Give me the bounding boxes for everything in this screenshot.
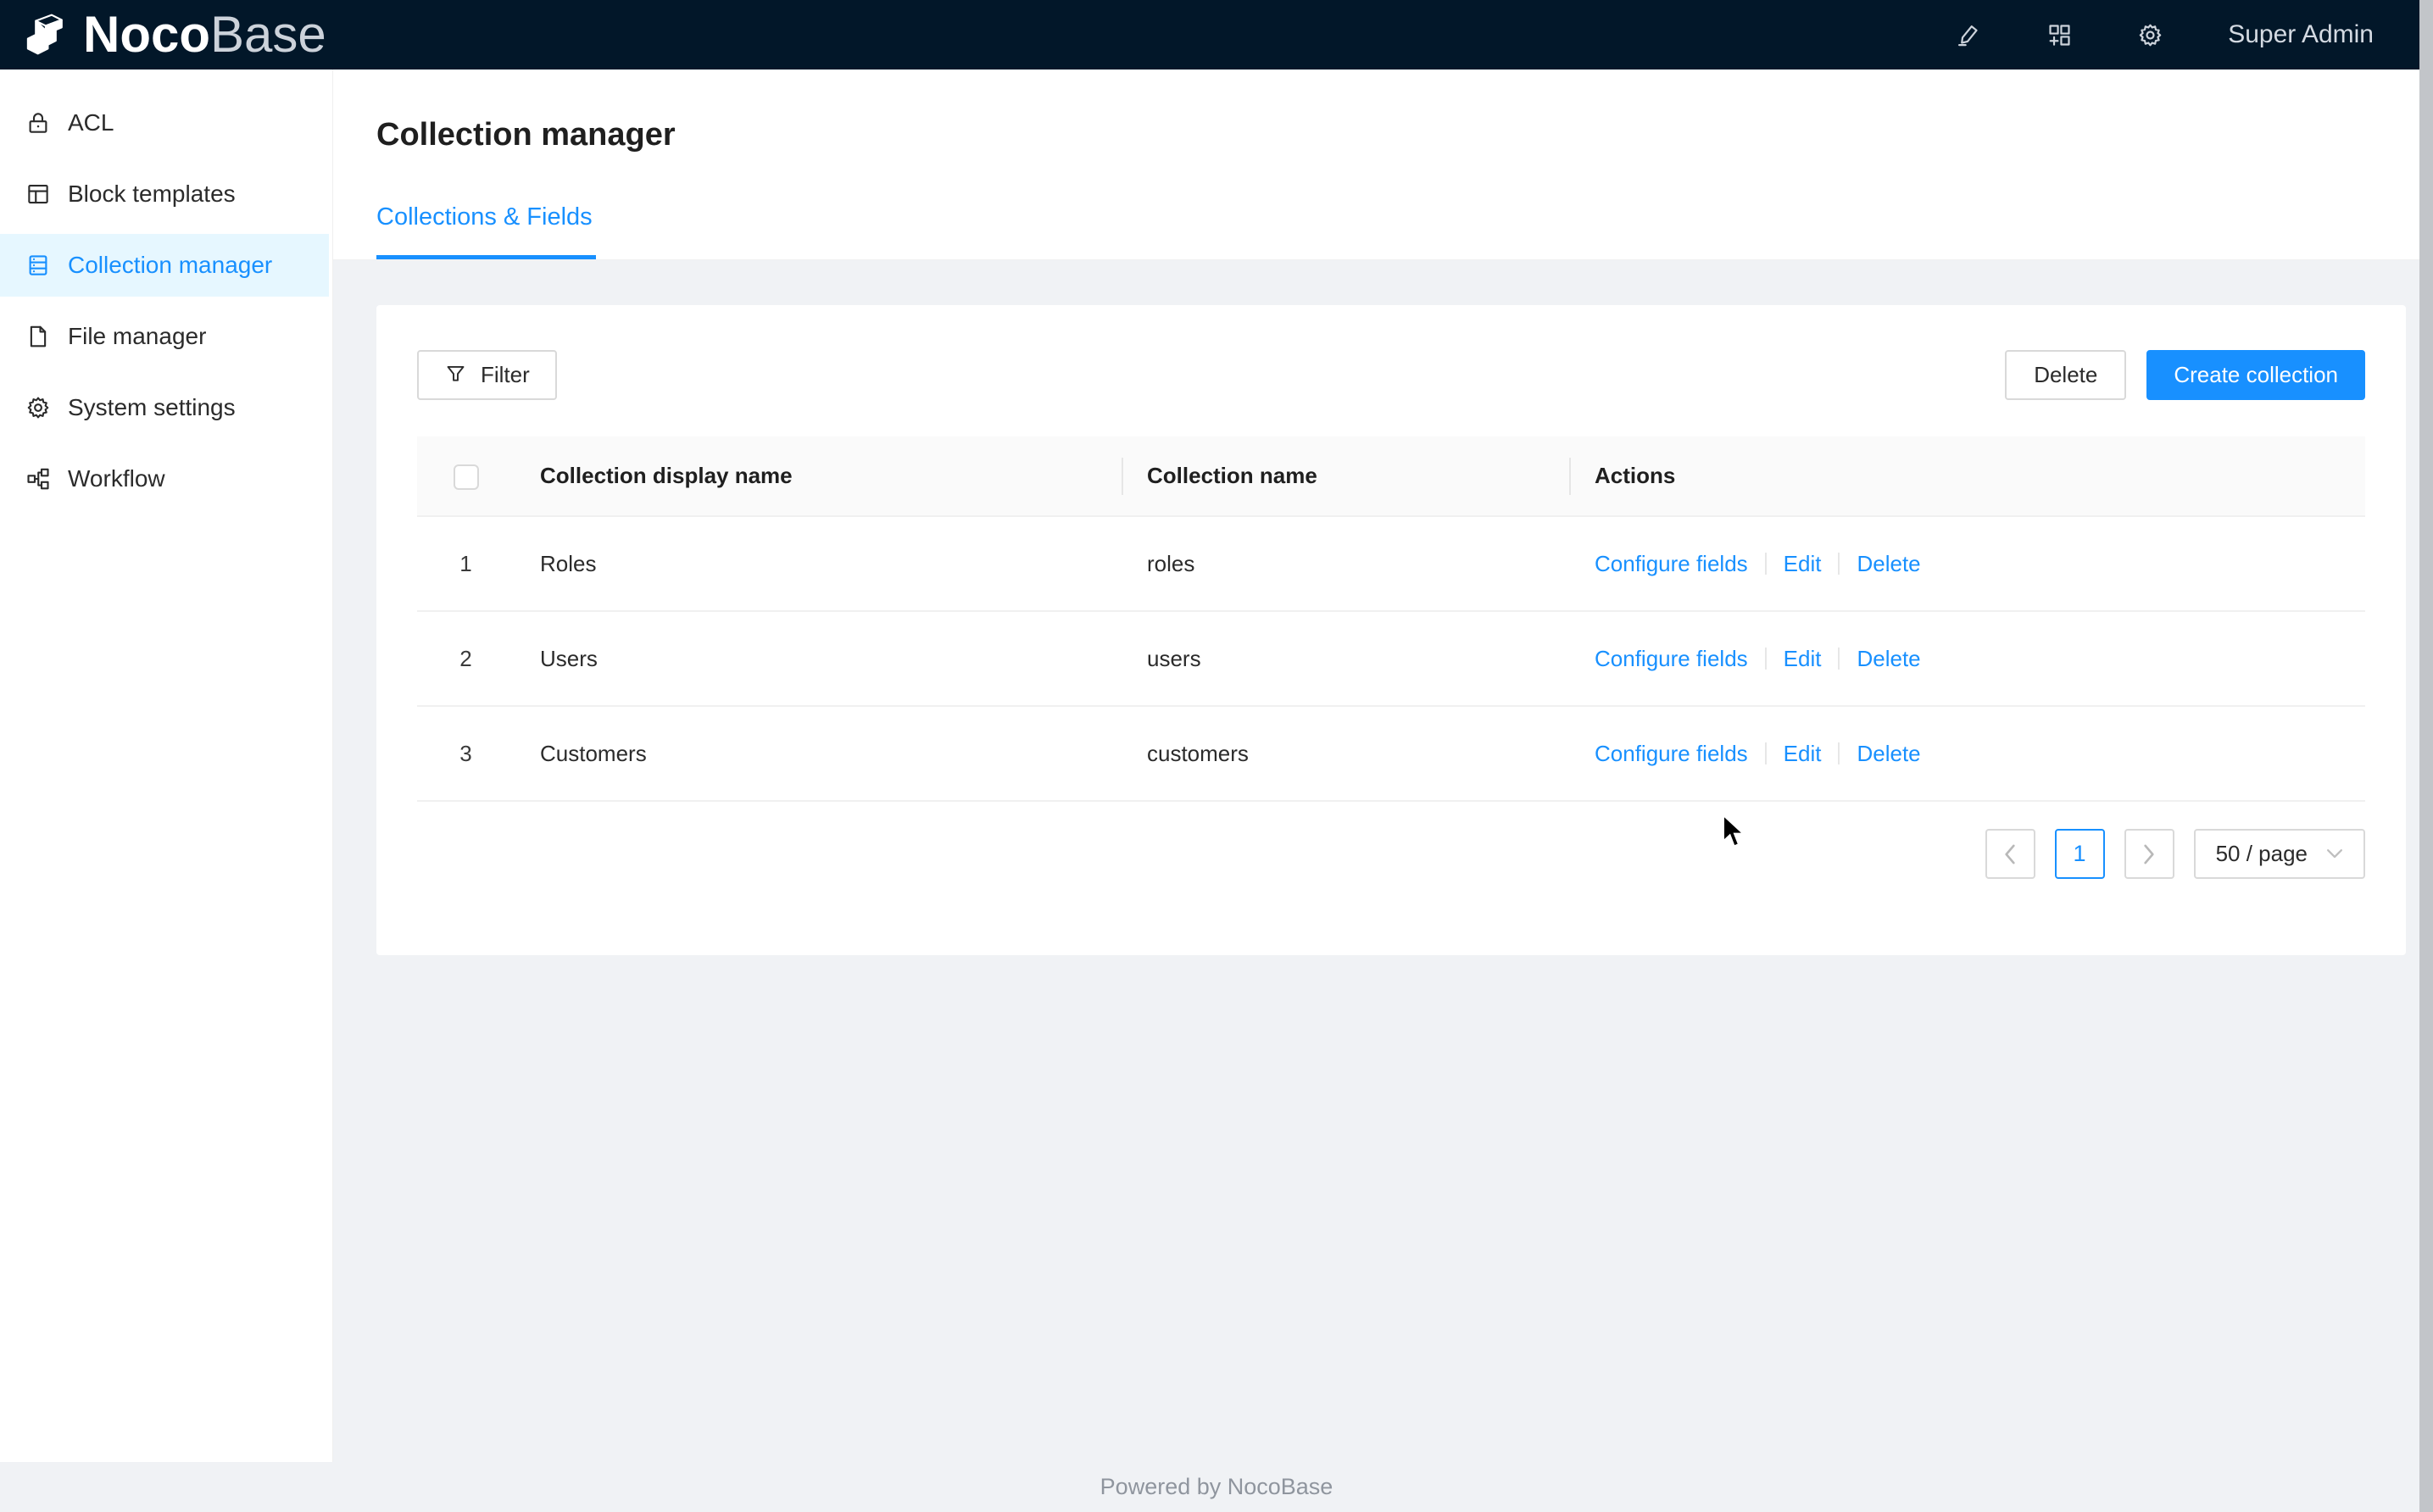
row-index: 1 [417,516,515,611]
workflow-icon [25,466,51,492]
action-divider [1765,553,1767,575]
filter-button[interactable]: Filter [417,350,557,400]
sidebar-item-label: Block templates [68,181,236,208]
pagination-page-1[interactable]: 1 [2055,829,2105,879]
action-divider [1838,553,1840,575]
layout-icon [25,181,51,207]
cell-display-name: Roles [515,516,1122,611]
chevron-left-icon [2002,843,2018,865]
cell-collection-name: customers [1122,706,1569,801]
action-divider [1838,648,1840,670]
column-header-actions: Actions [1569,436,2365,516]
cell-collection-name: roles [1122,516,1569,611]
topbar: NocoBase Super Admin [0,0,2433,69]
chevron-down-icon [2326,848,2343,859]
row-index: 2 [417,611,515,706]
pagination-next-button[interactable] [2124,829,2174,879]
logo-text-bold: Noco [83,9,210,60]
action-divider [1765,648,1767,670]
file-icon [25,324,51,349]
cell-actions: Configure fields Edit Delete [1569,611,2365,706]
filter-funnel-icon [444,364,467,386]
action-divider [1765,742,1767,764]
edit-link[interactable]: Edit [1784,741,1822,767]
plugin-manager-icon[interactable] [2046,22,2073,48]
sidebar: ACL Block templates Collection manager [0,69,333,1462]
collections-card: Filter Delete Create collection [376,305,2406,955]
page-footer: Powered by NocoBase [0,1462,2433,1512]
edit-link[interactable]: Edit [1784,646,1822,672]
sidebar-item-system-settings[interactable]: System settings [0,376,329,439]
cell-actions: Configure fields Edit Delete [1569,706,2365,801]
tab-collections-and-fields[interactable]: Collections & Fields [376,203,596,259]
page-size-select[interactable]: 50 / page [2194,829,2365,879]
select-all-checkbox[interactable] [454,464,479,490]
main-area: Collection manager Collections & Fields … [333,69,2433,1462]
mouse-cursor [1722,815,1751,849]
page-header: Collection manager Collections & Fields [333,69,2433,260]
tabs: Collections & Fields [376,203,596,259]
nocobase-logo[interactable]: NocoBase [22,9,326,60]
topbar-right: Super Admin [1956,20,2374,49]
action-divider [1838,742,1840,764]
gear-icon [25,395,51,420]
cell-collection-name: users [1122,611,1569,706]
table-row: 2 Users users Configure fields Edit Dele… [417,611,2365,706]
delete-link[interactable]: Delete [1857,551,1920,577]
lock-icon [25,110,51,136]
header-checkbox-cell [417,436,515,516]
cell-display-name: Customers [515,706,1122,801]
column-header-display-name: Collection display name [515,436,1122,516]
sidebar-item-block-templates[interactable]: Block templates [0,163,329,225]
database-icon [25,253,51,278]
page-size-value: 50 / page [2216,841,2308,867]
nocobase-cube-icon [22,11,70,58]
sidebar-item-label: Collection manager [68,252,272,279]
highlighter-icon[interactable] [1956,22,1982,48]
logo-text: NocoBase [83,9,326,60]
cell-actions: Configure fields Edit Delete [1569,516,2365,611]
pagination: 1 50 / page [417,829,2365,879]
sidebar-item-label: ACL [68,109,114,136]
vertical-scrollbar[interactable] [2419,0,2433,1512]
row-index: 3 [417,706,515,801]
settings-icon[interactable] [2137,22,2163,48]
configure-fields-link[interactable]: Configure fields [1595,646,1748,672]
sidebar-item-collection-manager[interactable]: Collection manager [0,234,329,297]
sidebar-item-workflow[interactable]: Workflow [0,447,329,510]
sidebar-item-label: File manager [68,323,206,350]
card-toolbar: Filter Delete Create collection [417,350,2365,400]
user-menu[interactable]: Super Admin [2228,20,2374,49]
powered-by-text: Powered by NocoBase [1100,1474,1333,1500]
table-row: 1 Roles roles Configure fields Edit Dele… [417,516,2365,611]
cell-display-name: Users [515,611,1122,706]
sidebar-item-label: System settings [68,394,236,421]
edit-link[interactable]: Edit [1784,551,1822,577]
configure-fields-link[interactable]: Configure fields [1595,551,1748,577]
collections-table: Collection display name Collection name … [417,436,2365,802]
table-header-row: Collection display name Collection name … [417,436,2365,516]
sidebar-item-label: Workflow [68,465,165,492]
chevron-right-icon [2141,843,2157,865]
configure-fields-link[interactable]: Configure fields [1595,741,1748,767]
delete-button[interactable]: Delete [2005,350,2126,400]
sidebar-item-file-manager[interactable]: File manager [0,305,329,368]
logo-text-light: Base [210,9,326,60]
delete-link[interactable]: Delete [1857,741,1920,767]
layout-body: ACL Block templates Collection manager [0,69,2433,1462]
table-row: 3 Customers customers Configure fields E… [417,706,2365,801]
pagination-prev-button[interactable] [1985,829,2035,879]
create-collection-button[interactable]: Create collection [2146,350,2365,400]
page-title: Collection manager [376,117,2433,153]
column-header-collection-name: Collection name [1122,436,1569,516]
filter-button-label: Filter [481,362,530,388]
delete-link[interactable]: Delete [1857,646,1920,672]
sidebar-item-acl[interactable]: ACL [0,92,329,154]
content-area: Filter Delete Create collection [333,260,2433,1462]
